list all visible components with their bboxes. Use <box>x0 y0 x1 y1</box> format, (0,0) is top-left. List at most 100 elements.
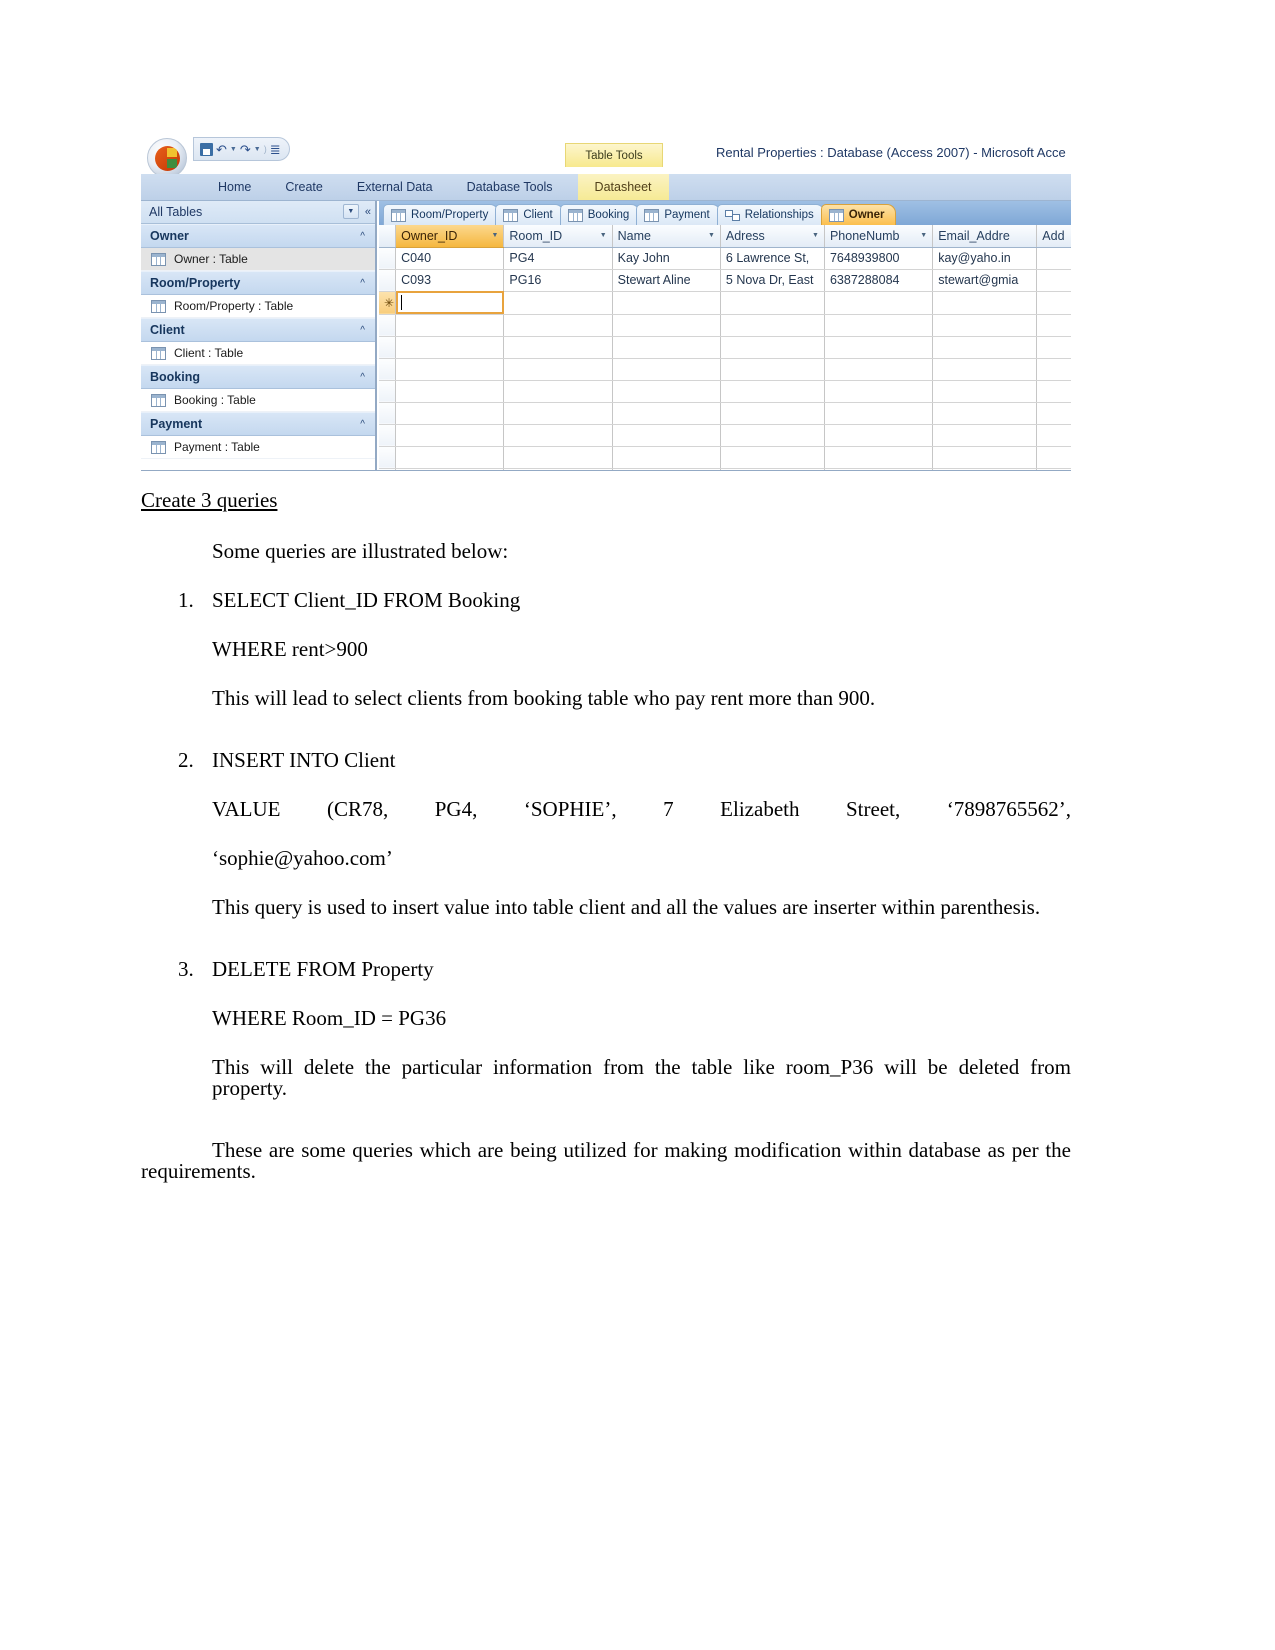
column-header-name[interactable]: Name ▼ <box>612 225 721 248</box>
row-selector[interactable] <box>379 314 397 337</box>
undo-icon[interactable]: ↶ <box>216 143 227 156</box>
empty-cell <box>503 336 613 359</box>
new-record-name[interactable] <box>612 291 721 315</box>
nav-group-payment[interactable]: Payment ^ <box>141 412 375 436</box>
column-header-phonenumb[interactable]: PhoneNumb ▼ <box>824 225 934 248</box>
nav-group-booking[interactable]: Booking ^ <box>141 365 375 389</box>
access-title-bar: ↶ ▼ ↷ ▼ ) ≣ Table Tools Rental Propertie… <box>141 134 1071 178</box>
new-record-phonenumb[interactable] <box>824 291 934 315</box>
list-number: 1. <box>178 588 194 612</box>
chevron-up-icon[interactable]: ^ <box>360 372 365 383</box>
office-button-icon[interactable] <box>147 138 187 178</box>
empty-cell <box>503 446 613 469</box>
empty-cell <box>395 358 505 381</box>
cell-adress[interactable]: 6 Lawrence St, <box>720 247 825 270</box>
cell-phonenumb[interactable]: 6387288084 <box>824 269 934 292</box>
chevron-up-icon[interactable]: ^ <box>360 419 365 430</box>
nav-item-payment-table[interactable]: Payment : Table <box>141 436 375 459</box>
empty-cell <box>503 358 613 381</box>
column-header-email-address[interactable]: Email_Addre <box>932 225 1038 248</box>
chevron-down-icon[interactable]: ▼ <box>708 232 715 239</box>
row-selector[interactable] <box>379 247 397 270</box>
undo-dropdown-icon[interactable]: ▼ <box>230 146 237 153</box>
cell-phonenumb[interactable]: 7648939800 <box>824 247 934 270</box>
cell-email-address[interactable]: stewart@gmia <box>932 269 1038 292</box>
datasheet-area: Room/Property Client Booking Payment Rel… <box>379 201 1071 471</box>
cell-name[interactable]: Stewart Aline <box>612 269 721 292</box>
save-icon[interactable] <box>200 142 213 156</box>
empty-cell <box>503 424 613 447</box>
datasheet-grid[interactable]: Owner_ID ▼ Room_ID ▼ Name ▼ Adress ▼ Pho… <box>379 225 1071 471</box>
chevron-down-icon[interactable]: ▼ <box>812 232 819 239</box>
nav-item-room-property-table[interactable]: Room/Property : Table <box>141 295 375 318</box>
chevron-down-icon[interactable]: ▼ <box>600 232 607 239</box>
nav-group-owner[interactable]: Owner ^ <box>141 224 375 248</box>
nav-group-room-property[interactable]: Room/Property ^ <box>141 271 375 295</box>
document-tab-room-property[interactable]: Room/Property <box>383 204 500 225</box>
document-tab-relationships[interactable]: Relationships <box>716 204 825 225</box>
row-selector[interactable] <box>379 402 397 425</box>
new-record-owner-id-input[interactable] <box>395 291 505 315</box>
new-record-add-new[interactable] <box>1036 291 1071 315</box>
ribbon-tab-database-tools[interactable]: Database Tools <box>450 174 570 200</box>
redo-icon[interactable]: ↷ <box>240 143 251 156</box>
new-record-row[interactable]: ✳ <box>379 291 1071 315</box>
customize-qat-icon[interactable]: ≣ <box>270 143 281 156</box>
new-record-email[interactable] <box>932 291 1038 315</box>
ribbon-tab-datasheet[interactable]: Datasheet <box>577 174 669 200</box>
row-selector[interactable] <box>379 446 397 469</box>
cell-room-id[interactable]: PG16 <box>503 269 613 292</box>
select-all-corner[interactable] <box>379 225 397 248</box>
cell-add-new[interactable] <box>1036 247 1071 270</box>
redo-dropdown-icon[interactable]: ▼ <box>254 146 261 153</box>
new-record-room-id[interactable] <box>503 291 613 315</box>
row-selector[interactable] <box>379 358 397 381</box>
chevron-down-icon[interactable]: ▼ <box>920 232 927 239</box>
chevron-down-icon[interactable]: ▼ <box>342 204 359 219</box>
nav-group-client[interactable]: Client ^ <box>141 318 375 342</box>
chevron-up-icon[interactable]: ^ <box>360 231 365 242</box>
document-tab-payment[interactable]: Payment <box>636 204 721 225</box>
chevron-up-icon[interactable]: ^ <box>360 325 365 336</box>
row-selector[interactable] <box>379 336 397 359</box>
table-icon <box>151 393 166 407</box>
chevron-up-icon[interactable]: ^ <box>360 278 365 289</box>
nav-item-client-table[interactable]: Client : Table <box>141 342 375 365</box>
document-tab-booking[interactable]: Booking <box>559 204 641 225</box>
cell-adress[interactable]: 5 Nova Dr, East <box>720 269 825 292</box>
document-tab-client[interactable]: Client <box>495 204 564 225</box>
column-header-add-new-field[interactable]: Add <box>1036 225 1071 248</box>
ribbon-tab-home[interactable]: Home <box>201 174 268 200</box>
nav-item-booking-table[interactable]: Booking : Table <box>141 389 375 412</box>
empty-cell <box>1036 336 1071 359</box>
column-label: Room_ID <box>509 228 563 243</box>
cell-email-address[interactable]: kay@yaho.in <box>932 247 1038 270</box>
table-row[interactable]: C040 PG4 Kay John 6 Lawrence St, 7648939… <box>379 247 1071 270</box>
collapse-pane-icon[interactable]: « <box>365 206 371 218</box>
cell-owner-id[interactable]: C093 <box>395 269 505 292</box>
document-tab-label: Client <box>523 209 553 221</box>
query-list: 1. SELECT Client_ID FROM Booking WHERE r… <box>141 590 1071 1099</box>
row-selector[interactable] <box>379 380 397 403</box>
cell-owner-id[interactable]: C040 <box>395 247 505 270</box>
column-header-room-id[interactable]: Room_ID ▼ <box>503 225 613 248</box>
empty-cell <box>612 358 721 381</box>
empty-cell <box>824 314 934 337</box>
ribbon-tab-create[interactable]: Create <box>268 174 340 200</box>
chevron-down-icon[interactable]: ▼ <box>491 232 498 239</box>
new-record-marker[interactable]: ✳ <box>379 291 397 315</box>
cell-add-new[interactable] <box>1036 269 1071 292</box>
new-record-adress[interactable] <box>720 291 825 315</box>
nav-item-owner-table[interactable]: Owner : Table <box>141 248 375 271</box>
column-header-adress[interactable]: Adress ▼ <box>720 225 825 248</box>
column-header-owner-id[interactable]: Owner_ID ▼ <box>395 225 505 248</box>
row-selector[interactable] <box>379 424 397 447</box>
empty-cell <box>824 446 934 469</box>
ribbon-tab-external-data[interactable]: External Data <box>340 174 450 200</box>
table-row[interactable]: C093 PG16 Stewart Aline 5 Nova Dr, East … <box>379 269 1071 292</box>
navigation-pane-header[interactable]: All Tables ▼ « <box>141 201 375 224</box>
cell-name[interactable]: Kay John <box>612 247 721 270</box>
cell-room-id[interactable]: PG4 <box>503 247 613 270</box>
row-selector[interactable] <box>379 269 397 292</box>
document-tab-owner[interactable]: Owner <box>820 204 896 225</box>
